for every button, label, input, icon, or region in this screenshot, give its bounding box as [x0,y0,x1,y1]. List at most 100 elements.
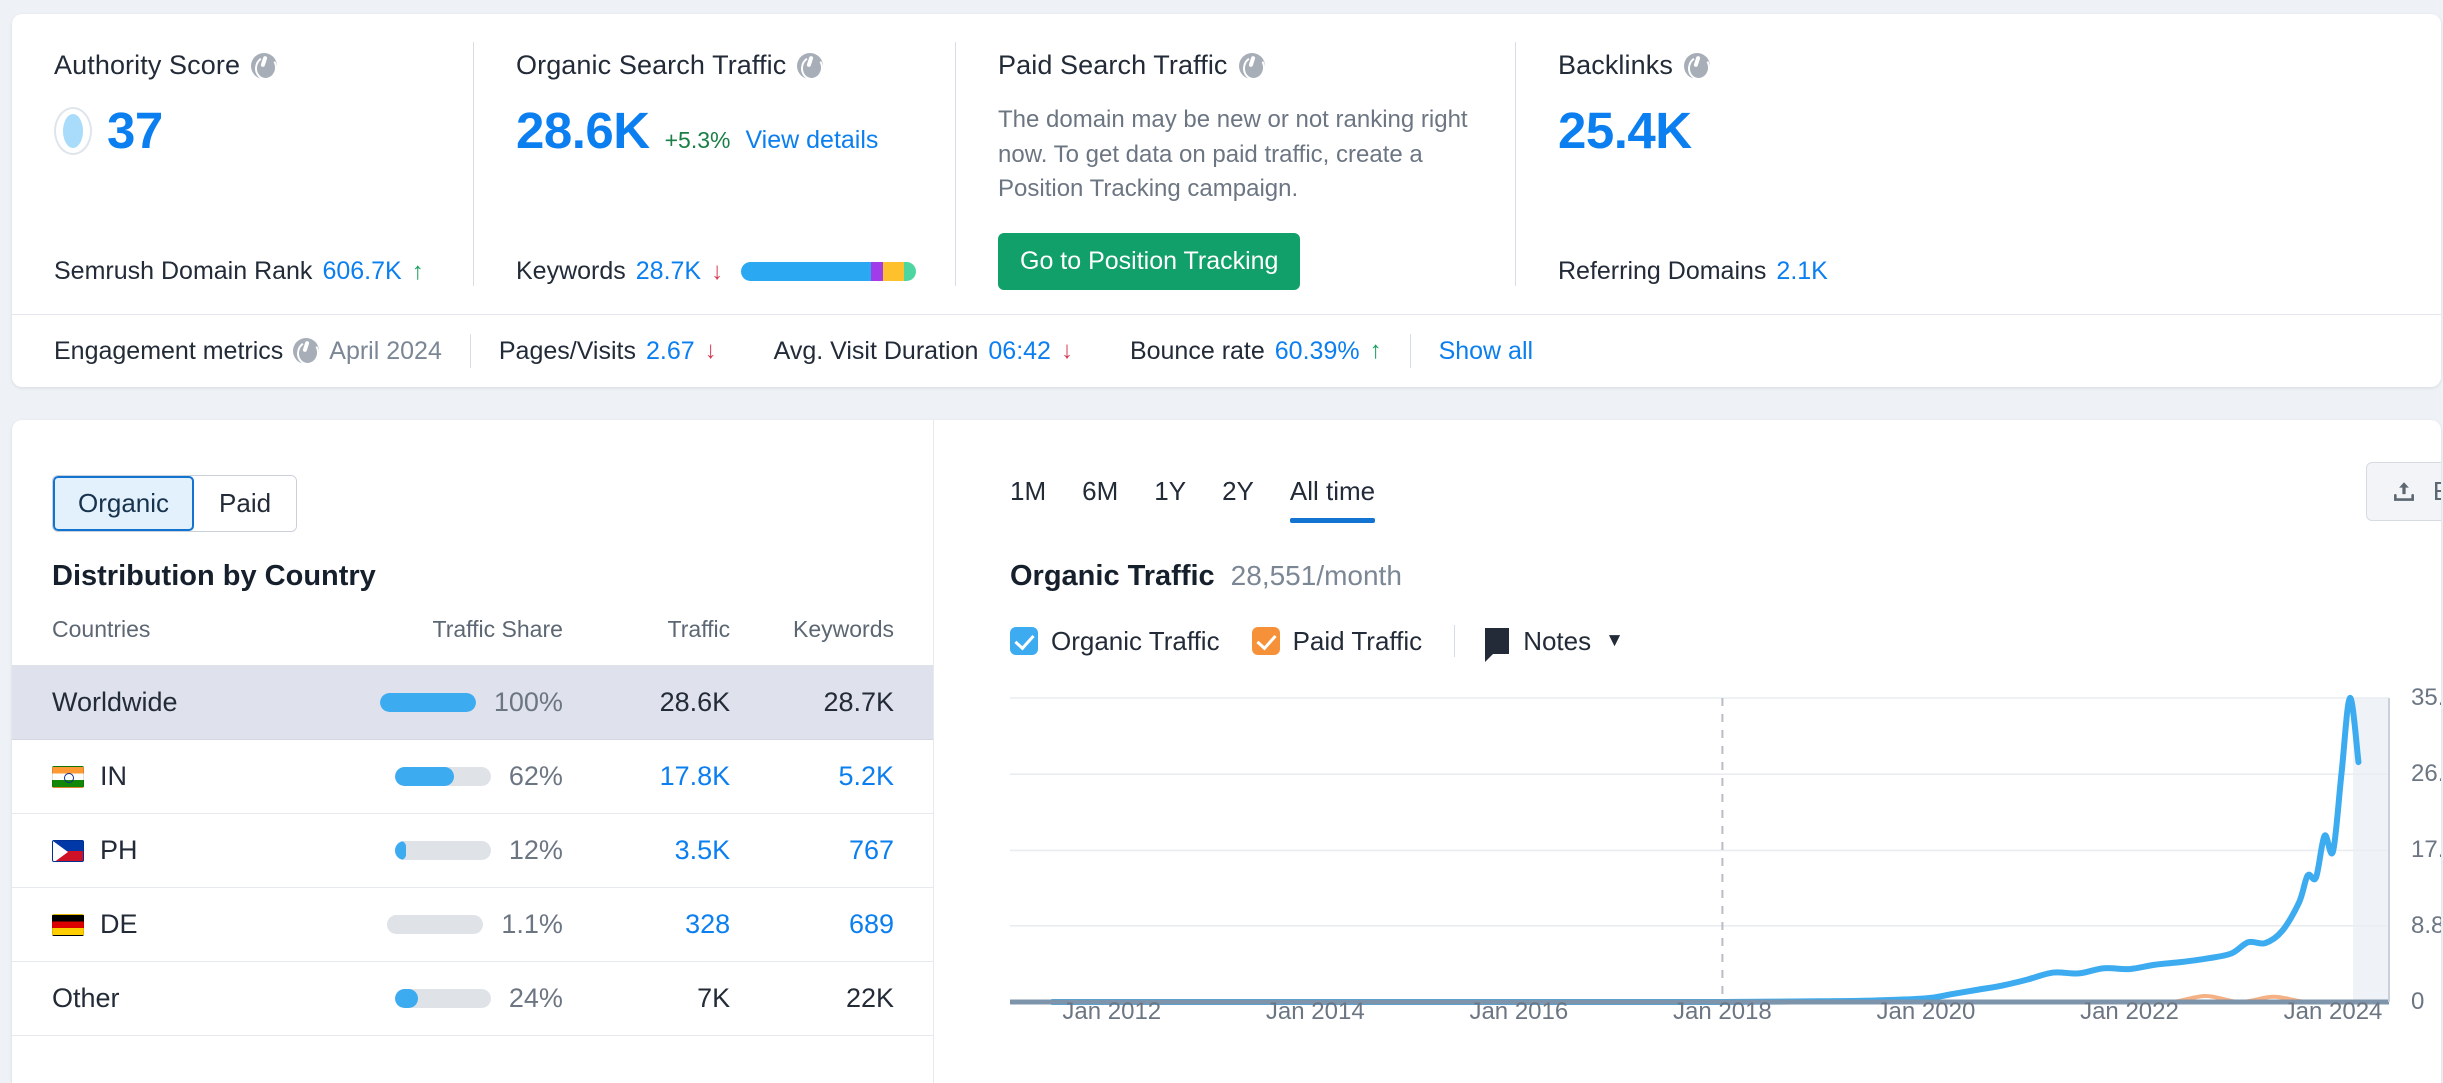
globe-icon [797,52,824,79]
show-all-link[interactable]: Show all [1439,337,1534,366]
export-button[interactable]: Export [2365,462,2441,521]
go-to-position-tracking-button[interactable]: Go to Position Tracking [998,232,1301,290]
keyword-bar-segment-3 [903,262,917,281]
table-header-row: Countries Traffic Share Traffic Keywords [12,616,934,666]
engagement-metrics-bar: Engagement metrics April 2024 Pages/Visi… [12,314,2441,387]
cell-keywords: 28.7K [754,665,934,740]
table-body: Worldwide 100% 28.6K 28.7K IN 62% 17.8K 5.2K PH 1… [12,665,934,1036]
cell-traffic-share: 24% [325,961,587,1036]
country-cell-content: PH [52,835,326,866]
avg-visit-duration-label: Avg. Visit Duration [773,336,979,365]
share-percent: 1.1% [501,908,563,939]
engagement-bounce-rate: Bounce rate 60.39% ↑ [1130,337,1382,366]
table-row[interactable]: Worldwide 100% 28.6K 28.7K [12,665,934,740]
organic-paid-segmented-control: Organic Paid [52,475,298,532]
share-percent: 12% [508,834,563,865]
export-label: Export [2433,476,2441,507]
legend-paid-traffic[interactable]: Paid Traffic [1251,626,1422,657]
avg-visit-duration-value: 06:42 [988,336,1051,365]
range-tab-1y[interactable]: 1Y [1136,468,1204,515]
range-tab-all-time[interactable]: All time [1272,468,1393,523]
checkbox-organic-traffic[interactable] [1010,627,1038,655]
metric-title: Backlinks [1558,50,2076,81]
chart-svg [1010,694,2390,1006]
metric-authority-score: Authority Score 37 Semrush Domain Rank 6… [12,14,474,314]
view-details-link[interactable]: View details [745,126,878,155]
flag-icon-in [52,765,84,788]
globe-icon [293,338,320,364]
cell-keywords[interactable]: 5.2K [754,739,934,814]
share-bar-track [394,766,491,786]
flag-icon-ph [52,839,84,862]
cell-country: Other [12,961,326,1036]
engagement-date: April 2024 [329,336,442,365]
cell-country: Worldwide [12,665,326,740]
country-name: Other [52,983,120,1013]
cell-traffic-share: 62% [325,739,587,814]
share-percent: 62% [508,760,563,791]
semrush-domain-rank: Semrush Domain Rank 606.7K ↑ [54,257,424,286]
authority-score-value: 37 [107,102,163,159]
table-row[interactable]: DE 1.1% 328 689 [12,887,934,962]
trend-up-icon: ↑ [411,257,424,285]
trend-down-icon: ↓ [1060,337,1073,364]
referring-domains-value[interactable]: 2.1K [1776,257,1827,286]
metric-title: Paid Search Traffic [998,50,1516,81]
engagement-label: Engagement metrics [54,336,284,365]
backlinks-label: Backlinks [1558,50,1673,80]
domain-rank-value[interactable]: 606.7K [322,257,401,286]
keyword-bar-segment-0 [741,262,871,281]
cell-country: PH [12,813,326,888]
cell-traffic[interactable]: 328 [586,887,755,962]
share-wrap: 1.1% [326,909,563,940]
x-axis-tick-label: Jan 2016 [1469,998,1569,1025]
notes-label: Notes [1523,625,1592,656]
range-tab-6m[interactable]: 6M [1064,468,1136,515]
table-row[interactable]: Other 24% 7K 22K [12,961,934,1036]
bounce-rate-label: Bounce rate [1129,336,1265,365]
share-bar-track [379,692,476,712]
range-tab-2y[interactable]: 2Y [1204,468,1272,515]
table-row[interactable]: IN 62% 17.8K 5.2K [12,739,934,814]
column-keywords: Keywords [754,616,934,666]
organic-traffic-label: Organic Search Traffic [516,50,787,80]
keyword-bar-segment-1 [870,262,883,281]
metrics-card: Authority Score 37 Semrush Domain Rank 6… [12,14,2441,387]
share-wrap: 62% [326,761,563,792]
segment-paid[interactable]: Paid [194,476,297,531]
checkbox-paid-traffic[interactable] [1251,627,1280,655]
column-traffic-share: Traffic Share [325,616,587,666]
share-wrap: 100% [326,687,563,718]
keywords-value[interactable]: 28.7K [636,257,701,286]
cell-country: IN [12,739,326,814]
cell-traffic[interactable]: 3.5K [586,813,755,888]
legend-organic-label: Organic Traffic [1051,625,1220,656]
x-axis-tick-label: Jan 2024 [2283,998,2383,1025]
country-cell-content: Other [52,983,326,1014]
cell-keywords[interactable]: 689 [754,887,934,962]
y-axis-tick-label: 26.3K [2411,760,2441,788]
traffic-card: Organic Paid Distribution by Country Cou… [12,420,2441,1083]
column-countries: Countries [12,616,326,666]
metric-value-row: 37 [54,105,474,156]
metric-value-row: 25.4K [1558,105,2076,156]
range-tab-1m[interactable]: 1M [1010,468,1064,515]
legend-organic-traffic[interactable]: Organic Traffic [1010,626,1220,657]
engagement-pages-visits: Pages/Visits 2.67 ↓ [499,337,717,366]
cell-keywords[interactable]: 767 [754,813,934,888]
share-bar-fill [394,840,407,860]
segment-organic[interactable]: Organic [53,476,195,531]
metric-organic-search-traffic: Organic Search Traffic 28.6K +5.3% View … [474,14,956,314]
notes-dropdown[interactable]: Notes ▼ [1485,625,1624,662]
engagement-avg-visit-duration: Avg. Visit Duration 06:42 ↓ [774,337,1073,366]
divider [1454,625,1456,657]
chart-title: Organic Traffic [1010,560,1215,592]
share-bar-track [394,840,491,860]
time-range-tabs: 1M 6M 1Y 2Y All time [1010,468,1393,523]
cell-traffic[interactable]: 17.8K [586,739,755,814]
domain-rank-label: Semrush Domain Rank [54,257,313,285]
cell-traffic: 28.6K [586,665,755,740]
backlinks-value: 25.4K [1558,102,1692,159]
table-row[interactable]: PH 12% 3.5K 767 [12,813,934,888]
